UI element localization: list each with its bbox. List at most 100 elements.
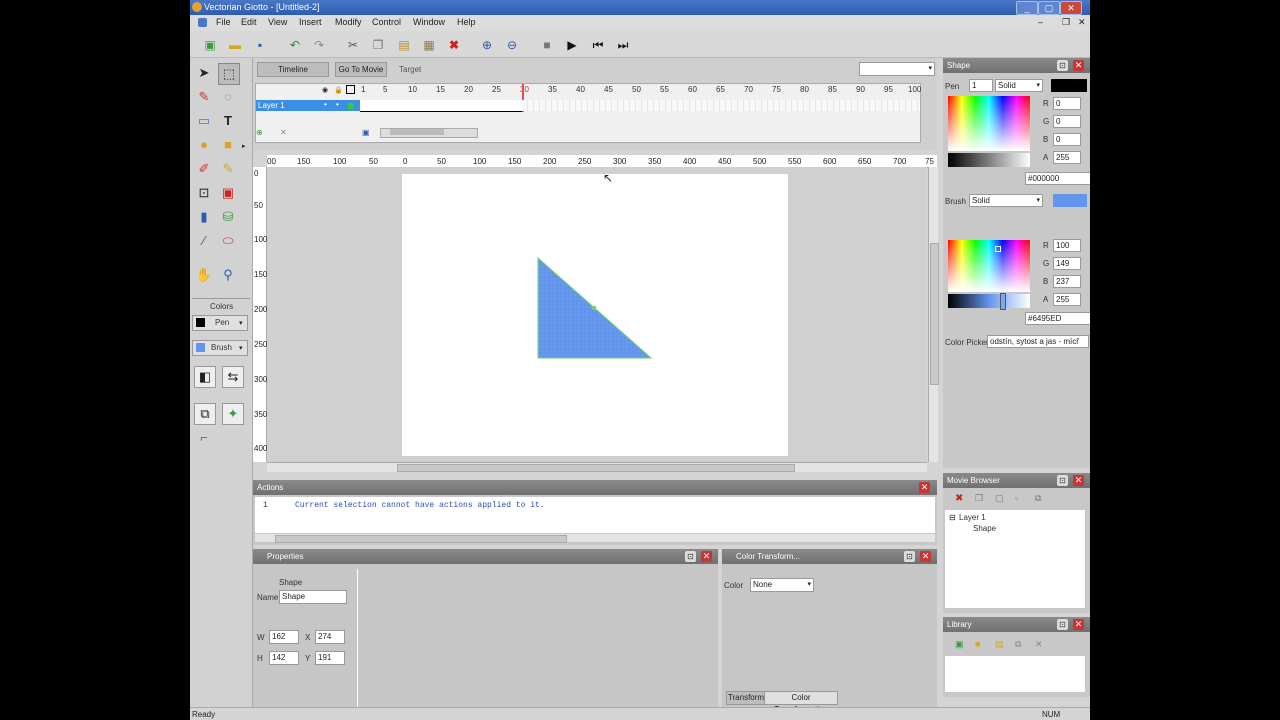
pin-icon[interactable]: ⊡ — [1057, 60, 1068, 71]
forward-end-icon[interactable]: ⏭ — [613, 35, 633, 55]
close-icon[interactable]: ✕ — [1073, 60, 1084, 71]
go-to-movie-button[interactable]: Go To Movie — [335, 62, 387, 77]
menu-file[interactable]: File — [216, 17, 231, 27]
name-input[interactable]: Shape — [279, 590, 347, 604]
menu-view[interactable]: View — [268, 17, 287, 27]
smooth-icon[interactable]: ✦ — [222, 403, 244, 425]
layer-visible-icon[interactable]: • — [324, 100, 327, 109]
default-colors-icon[interactable]: ◧ — [194, 366, 216, 388]
library-delete-icon[interactable]: ✕ — [1035, 639, 1043, 650]
paint-bucket-tool-icon[interactable]: ⛁ — [218, 207, 238, 227]
mdi-restore-icon[interactable]: ❐ — [1062, 17, 1070, 28]
line-tool-icon[interactable]: ▭ — [194, 111, 214, 131]
zoom-in-icon[interactable]: ⊕ — [477, 35, 497, 55]
oval-tool-icon[interactable]: ● — [194, 135, 214, 155]
pen-color-swatch[interactable] — [1051, 79, 1087, 92]
menu-edit[interactable]: Edit — [241, 17, 257, 27]
pen-color-spectrum[interactable] — [948, 96, 1030, 151]
add-layer-icon[interactable]: ⊕ — [256, 128, 263, 137]
eraser-tool-icon[interactable]: ⬭ — [218, 231, 238, 251]
stage-horizontal-thumb[interactable] — [397, 464, 795, 472]
layer-row[interactable]: Layer 1 • • — [256, 100, 360, 111]
pen-brightness-bar[interactable] — [948, 153, 1030, 167]
outline-icon[interactable] — [346, 85, 355, 94]
timeline-scroll-thumb[interactable] — [390, 129, 444, 135]
maximize-button[interactable]: ▢ — [1038, 1, 1060, 15]
pin-icon[interactable]: ⊡ — [1057, 619, 1068, 630]
duplicate-icon[interactable]: ❐ — [975, 493, 983, 504]
layer-lock-icon[interactable]: • — [336, 100, 339, 109]
pen-g-input[interactable]: 0 — [1053, 115, 1081, 128]
brush-brightness-bar[interactable] — [948, 293, 1030, 310]
x-input[interactable]: 274 — [315, 630, 345, 644]
close-icon[interactable]: ✕ — [1073, 619, 1084, 630]
paste-special-icon[interactable]: ▦ — [419, 35, 439, 55]
cut-icon[interactable]: ✂ — [343, 35, 363, 55]
color-select[interactable]: None ▾ — [750, 578, 814, 592]
pen-style-select[interactable]: Solid ▾ — [995, 79, 1043, 92]
pen-a-input[interactable]: 255 — [1053, 151, 1081, 164]
mdi-minimize-icon[interactable]: – — [1038, 17, 1043, 27]
menu-modify[interactable]: Modify — [335, 17, 362, 27]
swap-colors-icon[interactable]: ⇆ — [222, 366, 244, 388]
delete-icon[interactable]: ✖ — [444, 35, 464, 55]
menu-insert[interactable]: Insert — [299, 17, 322, 27]
pin-icon[interactable]: ⊡ — [685, 551, 696, 562]
layer-frames[interactable] — [360, 100, 522, 112]
tab-transform[interactable]: Transform — [726, 691, 766, 705]
tab-color-transformation[interactable]: Color Transformation — [764, 691, 838, 714]
stage-vertical-scrollbar[interactable] — [928, 167, 939, 462]
actions-scroll-thumb[interactable] — [275, 535, 567, 543]
library-properties-icon[interactable]: ⧉ — [1015, 639, 1021, 650]
tree-item-shape[interactable]: Shape — [973, 524, 996, 533]
text-tool-icon[interactable]: T — [218, 111, 238, 131]
pen-hex-input[interactable]: #000000 — [1025, 172, 1090, 185]
menu-help[interactable]: Help — [457, 17, 476, 27]
close-icon[interactable]: ✕ — [1073, 475, 1084, 486]
pin-icon[interactable]: ⊡ — [904, 551, 915, 562]
zoom-out-icon[interactable]: ⊖ — [502, 35, 522, 55]
new-folder-icon[interactable]: ■ — [975, 639, 980, 649]
delete-icon[interactable]: ✖ — [955, 493, 963, 504]
snap-icon[interactable]: ⧉ — [194, 403, 216, 425]
tree-collapse-icon[interactable]: ⊟ — [949, 513, 956, 522]
y-input[interactable]: 191 — [315, 651, 345, 665]
stage-horizontal-scrollbar[interactable] — [267, 462, 927, 472]
brush-b-input[interactable]: 237 — [1053, 275, 1081, 288]
zoom-tool-icon[interactable]: ⚲ — [218, 265, 238, 285]
height-input[interactable]: 142 — [269, 651, 299, 665]
tree-item-layer[interactable]: Layer 1 — [959, 513, 986, 522]
new-icon[interactable]: ▣ — [200, 35, 220, 55]
eyedropper-tool-icon[interactable]: ⁄ — [194, 231, 214, 251]
ungroup-icon[interactable]: ▫ — [1015, 493, 1018, 503]
close-button[interactable]: ✕ — [1060, 1, 1082, 15]
pin-icon[interactable]: ⊡ — [1057, 475, 1068, 486]
pen-b-input[interactable]: 0 — [1053, 133, 1081, 146]
brush-g-input[interactable]: 149 — [1053, 257, 1081, 270]
undo-icon[interactable]: ↶ — [285, 35, 305, 55]
group-icon[interactable]: ▢ — [995, 493, 1004, 504]
paint-tool-icon[interactable]: ✎ — [218, 159, 238, 179]
close-icon[interactable]: ✕ — [920, 551, 931, 562]
brush-color-button[interactable]: Brush ▾ — [192, 340, 248, 356]
play-icon[interactable]: ▶ — [562, 35, 582, 55]
lock-icon[interactable]: 🔒 — [334, 86, 343, 94]
redo-icon[interactable]: ↷ — [309, 35, 329, 55]
brush-tool-icon[interactable]: ✐ — [194, 159, 214, 179]
close-icon[interactable]: ✕ — [919, 482, 930, 493]
brush-a-input[interactable]: 255 — [1053, 293, 1081, 306]
onion-skin-icon[interactable]: ▣ — [362, 128, 370, 137]
minimize-button[interactable]: _ — [1016, 1, 1038, 15]
delete-layer-icon[interactable]: ✕ — [280, 128, 287, 137]
stage-vertical-thumb[interactable] — [930, 243, 939, 385]
ink-bottle-tool-icon[interactable]: ▮ — [194, 207, 214, 227]
rectangle-tool-icon[interactable]: ■ — [218, 135, 238, 155]
brush-color-spectrum[interactable] — [948, 240, 1030, 292]
brush-hex-input[interactable]: #6495ED — [1025, 312, 1090, 325]
rewind-icon[interactable]: ⏮ — [588, 35, 608, 55]
brush-style-select[interactable]: Solid ▾ — [969, 194, 1043, 207]
stop-icon[interactable]: ■ — [537, 35, 557, 55]
tool-options-icon[interactable]: ▸ — [242, 142, 246, 150]
brush-color-swatch[interactable] — [1053, 194, 1087, 207]
mdi-close-icon[interactable]: ✕ — [1078, 17, 1086, 28]
